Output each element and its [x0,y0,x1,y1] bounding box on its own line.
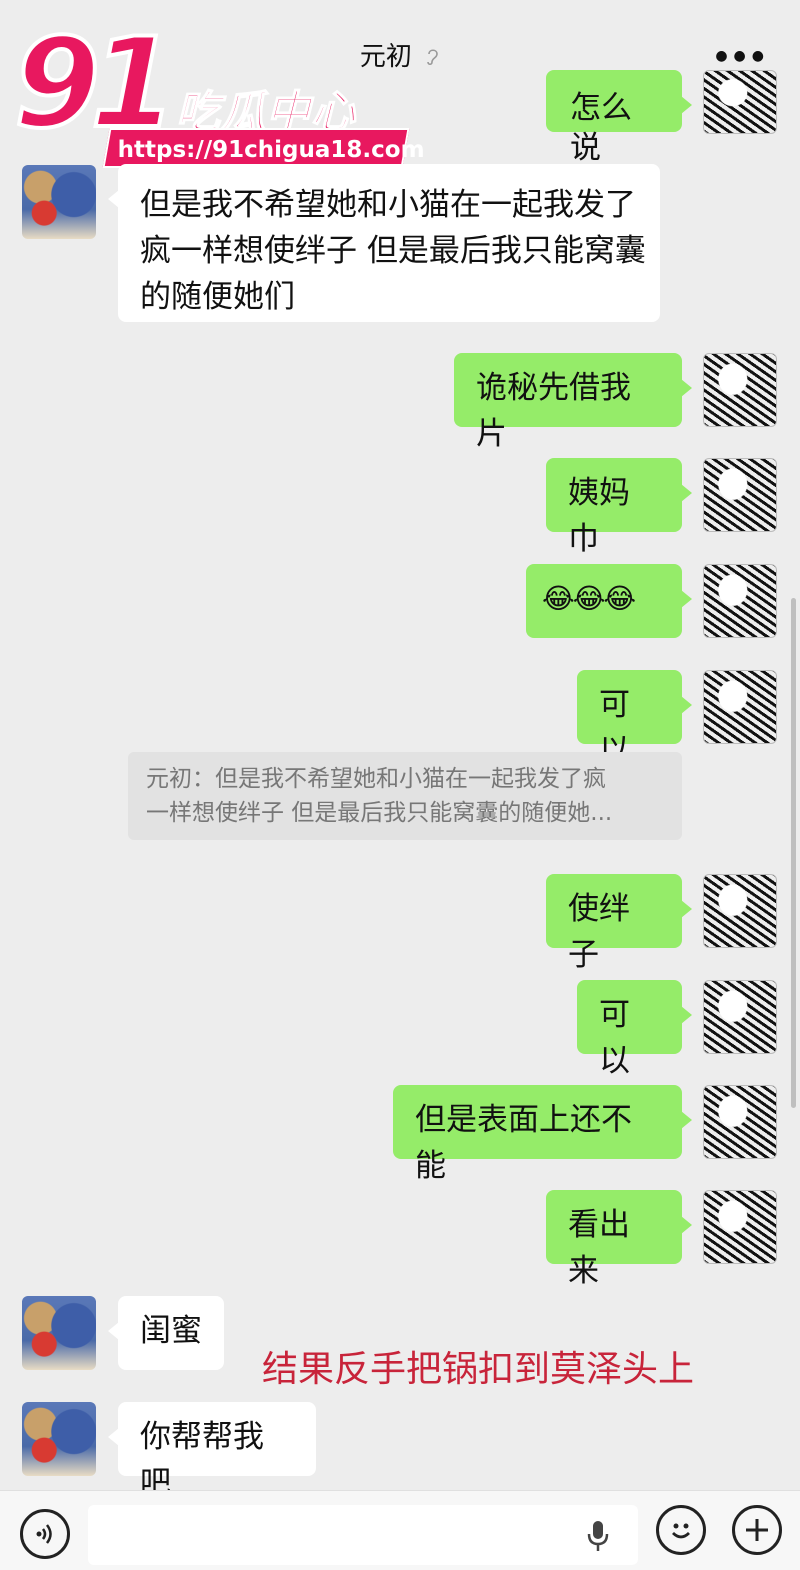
my-avatar[interactable] [703,70,777,134]
message-text: 可以 [599,997,630,1079]
watermark-logo: 91 吃瓜中心 https://91chigua18.com [12,10,425,168]
quoted-message[interactable]: 元初：但是我不希望她和小猫在一起我发了疯 一样想使绊子 但是最后我只能窝囊的随便… [128,752,682,840]
received-message-bubble[interactable]: 但是我不希望她和小猫在一起我发了 疯一样想使绊子 但是最后我只能窝囊 的随便她们 [108,164,660,322]
my-avatar[interactable] [703,1085,777,1159]
sent-message-bubble[interactable]: 使绊子 [546,874,692,973]
message-text: 闺蜜 [140,1313,202,1349]
sent-message-bubble[interactable]: 可以 [577,980,692,1079]
sent-message-bubble[interactable]: 姨妈巾 [546,458,692,557]
microphone-icon[interactable] [584,1519,612,1553]
voice-waves-glyph [36,1524,52,1544]
sent-message-bubble[interactable]: 可以 [577,670,692,769]
received-message-bubble[interactable]: 你帮帮我吧 [108,1402,316,1501]
quote-line: 元初：但是我不希望她和小猫在一起我发了疯 [146,766,606,792]
contact-avatar[interactable] [22,165,96,239]
message-text-line: 疯一样想使绊子 但是最后我只能窝囊 [140,233,646,269]
ear-mute-icon [427,49,438,66]
message-text-line: 但是我不希望她和小猫在一起我发了 [140,187,636,223]
contact-avatar[interactable] [22,1296,96,1370]
scrollbar[interactable] [791,598,796,1108]
more-dots-icon[interactable]: ●●● [715,48,770,64]
message-text: 但是表面上还不能 [415,1102,632,1184]
smiley-glyph [672,1523,690,1539]
voice-mode-icon[interactable] [20,1509,70,1559]
annotation-text: 结果反手把锅扣到莫泽头上 [262,1349,695,1390]
watermark-url-box: https://91chigua18.com [102,128,425,168]
plus-glyph [746,1519,768,1541]
message-input[interactable] [88,1505,638,1565]
my-avatar[interactable] [703,564,777,638]
sent-message-bubble[interactable]: 诡秘先借我片 [454,353,692,452]
my-avatar[interactable] [703,1190,777,1264]
my-avatar[interactable] [703,353,777,427]
my-avatar[interactable] [703,458,777,532]
message-text: 怎么说 [570,90,632,166]
message-text: 使绊子 [568,891,630,973]
input-bar [0,1490,800,1570]
emoji-icon[interactable] [656,1505,706,1555]
message-text-line: 的随便她们 [140,279,295,315]
my-avatar[interactable] [703,670,777,744]
contact-avatar[interactable] [22,1402,96,1476]
sent-message-bubble[interactable]: 怎么说 [546,70,692,166]
my-avatar[interactable] [703,980,777,1054]
quote-line: 一样想使绊子 但是最后我只能窝囊的随便她... [146,800,613,826]
emoji-text: 😂😂😂 [542,582,636,615]
message-text: 你帮帮我吧 [140,1419,264,1501]
sent-message-bubble[interactable]: 😂😂😂 [526,564,692,638]
message-text: 姨妈巾 [568,475,630,557]
plus-icon[interactable] [732,1505,782,1555]
my-avatar[interactable] [703,874,777,948]
sent-message-bubble[interactable]: 看出来 [546,1190,692,1289]
message-text: 诡秘先借我片 [476,370,631,452]
received-message-bubble[interactable]: 闺蜜 [108,1296,224,1370]
sent-message-bubble[interactable]: 但是表面上还不能 [393,1085,692,1184]
message-text: 看出来 [568,1207,630,1289]
